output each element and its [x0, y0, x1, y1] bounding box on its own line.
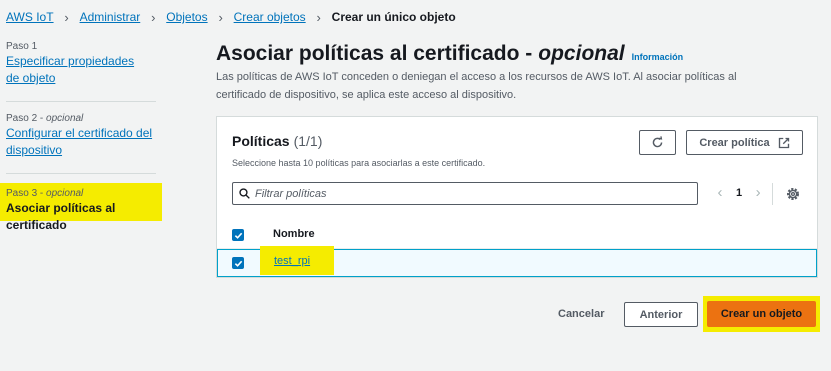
step-1-link[interactable]: Especificar propiedades de objeto [6, 54, 134, 85]
step-3-current: Paso 3 - opcional Asociar políticas al c… [0, 183, 162, 232]
pager-divider [772, 183, 773, 205]
page-title-text: Asociar políticas al certificado - [216, 42, 533, 65]
create-policy-label: Crear política [699, 136, 770, 149]
checkmark-icon [234, 232, 242, 239]
table-row[interactable]: test_rpi [217, 246, 817, 277]
previous-button[interactable]: Anterior [624, 302, 698, 327]
row-checkbox[interactable] [232, 257, 244, 269]
policies-panel: Políticas (1/1) Seleccione hasta 10 polít… [216, 116, 818, 278]
policy-name-link[interactable]: test_rpi [274, 255, 310, 267]
step-1-number: Paso 1 [6, 41, 38, 52]
step-divider [6, 173, 156, 174]
external-link-icon [778, 137, 789, 148]
next-page-icon[interactable]: › [751, 184, 765, 201]
step-1: Paso 1 Especificar propiedades de objeto [6, 40, 146, 87]
breadcrumb-aws-iot[interactable]: AWS IoT [6, 10, 54, 24]
gear-icon[interactable] [785, 186, 801, 202]
breadcrumb-objetos[interactable]: Objetos [166, 10, 207, 24]
step-3-number: Paso 3 - opcional [6, 188, 84, 199]
previous-page-icon[interactable]: ‹ [713, 184, 727, 201]
current-page[interactable]: 1 [736, 187, 742, 199]
chevron-right-icon: › [151, 9, 156, 25]
policies-subtitle: Seleccione hasta 10 políticas para asoci… [232, 158, 486, 168]
select-all-checkbox[interactable] [232, 229, 244, 241]
info-link[interactable]: Información [632, 52, 684, 62]
breadcrumb-administrar[interactable]: Administrar [80, 10, 141, 24]
checkmark-icon [234, 260, 242, 267]
chevron-right-icon: › [218, 9, 223, 25]
refresh-button[interactable] [639, 130, 676, 155]
policies-title: Políticas (1/1) [232, 133, 322, 149]
breadcrumb-crear-objetos[interactable]: Crear objetos [234, 10, 306, 24]
search-icon [239, 188, 250, 199]
chevron-right-icon: › [316, 9, 321, 25]
breadcrumb-current: Crear un único objeto [331, 10, 456, 24]
page-title: Asociar políticas al certificado - opcio… [216, 42, 683, 66]
step-3-title: Asociar políticas al certificado [6, 201, 116, 232]
chevron-right-icon: › [64, 9, 69, 25]
page-title-optional: opcional [538, 42, 625, 65]
create-thing-button[interactable]: Crear un objeto [707, 301, 816, 327]
refresh-icon [652, 136, 663, 148]
policies-count: (1/1) [293, 133, 323, 149]
policy-name-cell: test_rpi [260, 246, 334, 275]
cancel-button[interactable]: Cancelar [558, 308, 604, 320]
policies-title-text: Políticas [232, 133, 290, 149]
filter-policies-input[interactable] [255, 187, 675, 200]
table-header: Nombre [217, 221, 817, 249]
step-2-link[interactable]: Configurar el certificado del dispositiv… [6, 126, 152, 157]
step-2: Paso 2 - opcional Configurar el certific… [6, 112, 156, 159]
filter-policies-field [232, 182, 698, 205]
pagination: ‹ 1 › [713, 184, 765, 201]
step-divider [6, 101, 156, 102]
breadcrumb: AWS IoT › Administrar › Objetos › Crear … [6, 9, 456, 25]
column-header-name[interactable]: Nombre [273, 228, 315, 240]
page-description: Las políticas de AWS IoT conceden o deni… [216, 71, 737, 101]
step-2-number: Paso 2 - opcional [6, 113, 84, 124]
create-policy-button[interactable]: Crear política [686, 130, 803, 155]
